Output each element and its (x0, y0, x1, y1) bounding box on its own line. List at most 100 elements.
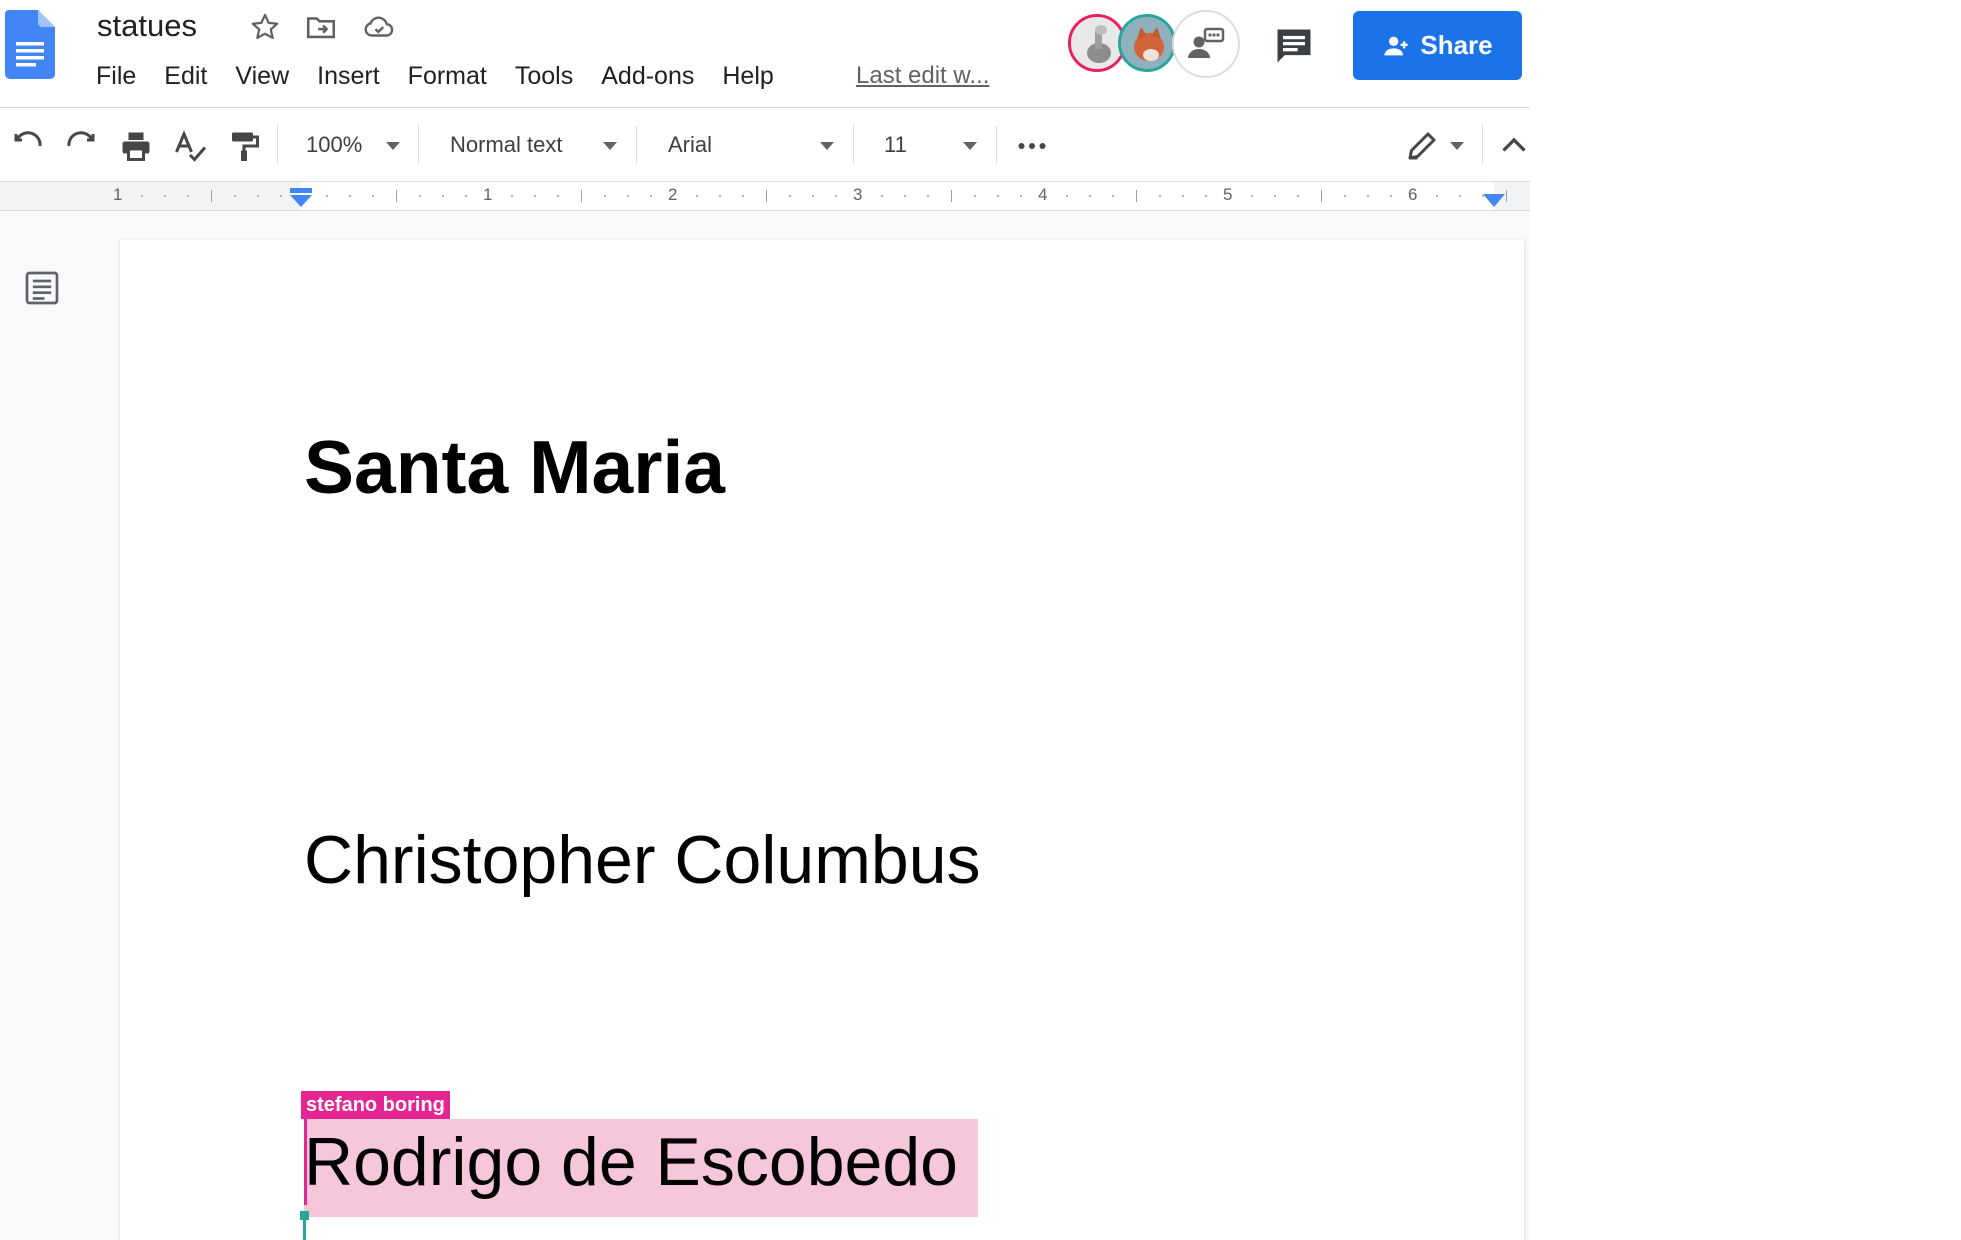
collaborator-name-tag: stefano boring (301, 1091, 450, 1119)
ruler-tick (1089, 195, 1091, 197)
ruler-tick (1112, 195, 1114, 197)
ruler-tick (812, 195, 814, 197)
ruler-number: 6 (1408, 185, 1418, 204)
ruler-tick (1344, 195, 1346, 197)
ruler-tick (1321, 190, 1322, 202)
ruler-tick (789, 195, 791, 197)
ruler-number: 4 (1038, 185, 1048, 204)
spellcheck-icon[interactable] (172, 128, 208, 164)
ruler-tick (164, 195, 166, 197)
ruler-tick (234, 195, 236, 197)
ruler-tick (1506, 190, 1507, 202)
move-folder-icon[interactable] (304, 10, 338, 44)
menu-help[interactable]: Help (708, 58, 787, 94)
text-christopher-columbus[interactable]: Christopher Columbus (304, 818, 981, 902)
ruler-tick (349, 195, 351, 197)
ruler-tick (1459, 195, 1461, 197)
ruler-tick (974, 195, 976, 197)
left-indent-marker-icon[interactable] (289, 188, 313, 208)
share-label: Share (1420, 30, 1493, 60)
horizontal-ruler[interactable]: 1 1 2 3 4 5 6 (0, 182, 1530, 211)
present-to-meeting-button[interactable] (1172, 10, 1240, 78)
ruler-tick (904, 195, 906, 197)
right-indent-marker-icon[interactable] (1483, 194, 1505, 208)
redo-icon[interactable] (63, 128, 99, 164)
ruler-tick (211, 190, 212, 202)
ruler-tick (1436, 195, 1438, 197)
zoom-select[interactable]: 100% (306, 126, 362, 164)
ruler-tick (881, 195, 883, 197)
ruler-tick (1251, 195, 1253, 197)
person-add-icon (1384, 36, 1409, 55)
ruler-tick (396, 190, 397, 202)
ruler-tick (997, 195, 999, 197)
fox-avatar-icon (1121, 17, 1173, 69)
ruler-number: 1 (483, 185, 493, 204)
ruler-tick (1205, 195, 1207, 197)
ruler-tick (1390, 195, 1392, 197)
llama-avatar-icon (1071, 17, 1123, 69)
menu-tools[interactable]: Tools (501, 58, 587, 94)
heading-santa-maria[interactable]: Santa Maria (304, 422, 725, 512)
document-title[interactable]: statues (97, 6, 197, 46)
ruler-number: 1 (113, 185, 123, 204)
ruler-text-area (300, 182, 1494, 210)
ruler-tick (1066, 195, 1068, 197)
menu-insert[interactable]: Insert (303, 58, 394, 94)
toolbar-divider (996, 126, 997, 164)
menu-view[interactable]: View (221, 58, 303, 94)
ruler-tick (1297, 195, 1299, 197)
toolbar-divider (277, 126, 278, 164)
document-page[interactable]: Santa Maria Christopher Columbus Rodrigo… (120, 240, 1524, 1240)
ruler-tick (326, 195, 328, 197)
document-outline-icon[interactable] (22, 268, 62, 308)
more-options-icon[interactable] (1014, 128, 1050, 164)
menu-bar: File Edit View Insert Format Tools Add-o… (82, 58, 788, 94)
ruler-tick (419, 195, 421, 197)
ruler-tick (141, 195, 143, 197)
collapse-menus-icon[interactable] (1496, 128, 1530, 164)
font-size-select[interactable]: 11 (884, 126, 907, 164)
font-select[interactable]: Arial (668, 126, 712, 164)
paint-format-icon[interactable] (226, 128, 262, 164)
ruler-tick (581, 190, 582, 202)
ruler-tick (465, 195, 467, 197)
zoom-caret-icon (386, 142, 400, 150)
docs-logo-icon[interactable] (5, 10, 55, 79)
ruler-tick (951, 190, 952, 202)
ruler-number: 3 (853, 185, 863, 204)
ruler-tick (742, 195, 744, 197)
print-icon[interactable] (118, 128, 154, 164)
editing-mode-icon[interactable] (1404, 128, 1440, 164)
collaborator-avatar[interactable] (1118, 14, 1176, 72)
share-button[interactable]: Share (1353, 11, 1522, 80)
menu-edit[interactable]: Edit (150, 58, 221, 94)
menu-file[interactable]: File (82, 58, 150, 94)
ruler-tick (372, 195, 374, 197)
ruler-tick (187, 195, 189, 197)
style-select[interactable]: Normal text (450, 126, 562, 164)
ruler-tick (257, 195, 259, 197)
ruler-tick (766, 190, 767, 202)
menu-add-ons[interactable]: Add-ons (587, 58, 708, 94)
ruler-tick (650, 195, 652, 197)
ruler-tick (1136, 190, 1137, 202)
undo-icon[interactable] (10, 128, 46, 164)
ruler-tick (557, 195, 559, 197)
cloud-status-icon[interactable] (362, 10, 396, 44)
comment-history-icon[interactable] (1272, 24, 1316, 68)
ruler-tick (1367, 195, 1369, 197)
text-rodrigo-de-escobedo[interactable]: Rodrigo de Escobedo (304, 1120, 958, 1204)
toolbar-divider (418, 126, 419, 164)
style-caret-icon (603, 142, 617, 150)
ruler-tick (696, 195, 698, 197)
toolbar-divider (636, 126, 637, 164)
ruler-tick (604, 195, 606, 197)
star-icon[interactable] (248, 10, 282, 44)
last-edit-link[interactable]: Last edit w... (856, 58, 989, 94)
menu-format[interactable]: Format (394, 58, 501, 94)
font-caret-icon (820, 142, 834, 150)
header: statues File Edit View Insert Format Too… (0, 0, 1530, 108)
toolbar-divider (853, 126, 854, 164)
anonymous-users-icon (1188, 27, 1225, 58)
